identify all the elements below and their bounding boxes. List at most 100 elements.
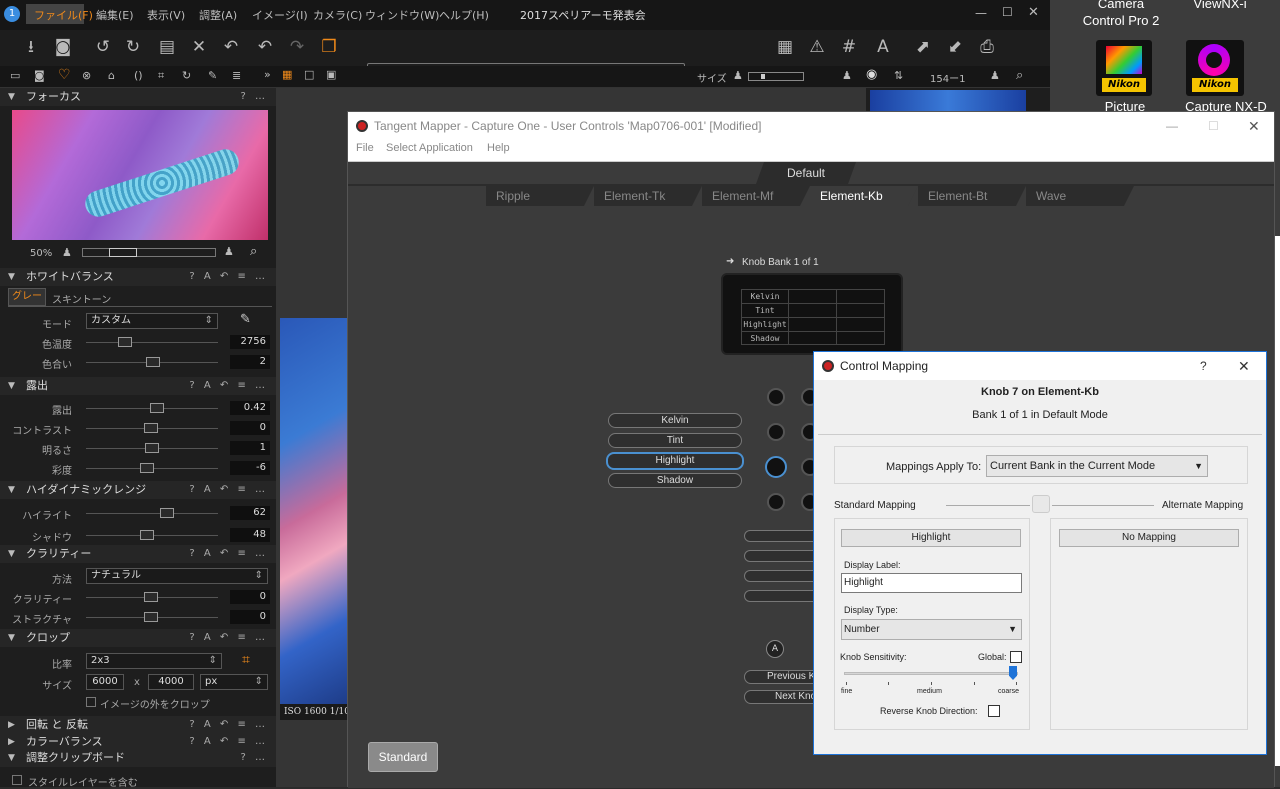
menu-adjust[interactable]: 調整(A) bbox=[199, 7, 237, 23]
capture-nxd-icon[interactable]: Nikon bbox=[1186, 40, 1244, 96]
nikon-picture-icon[interactable]: Nikon bbox=[1096, 40, 1152, 96]
tab-ripple[interactable]: Ripple bbox=[486, 186, 594, 206]
close-icon[interactable]: ✕ bbox=[1028, 5, 1039, 20]
focus-section-header[interactable]: ▼ フォーカス ? … bbox=[0, 88, 276, 106]
crop-unit-dropdown[interactable]: px ⇕ bbox=[200, 674, 268, 690]
crop-width-input[interactable]: 6000 bbox=[86, 674, 124, 690]
hdr-highlight-value[interactable]: 62 bbox=[230, 506, 270, 520]
wb-mode-dropdown[interactable]: カスタム ⇕ bbox=[86, 313, 218, 329]
capture-tab-icon[interactable]: ◙ bbox=[34, 69, 45, 82]
more-tabs-icon[interactable]: » bbox=[264, 68, 271, 81]
thumb-size-slider[interactable] bbox=[748, 72, 804, 81]
tab-element-bt[interactable]: Element-Bt bbox=[918, 186, 1026, 206]
structure-value[interactable]: 0 bbox=[230, 610, 270, 624]
detail-tab-icon[interactable]: () bbox=[134, 69, 143, 82]
temp-slider[interactable] bbox=[86, 337, 218, 347]
clarity-value[interactable]: 0 bbox=[230, 590, 270, 604]
redo-icon[interactable]: ↷ bbox=[286, 36, 308, 58]
tab-element-mf[interactable]: Element-Mf bbox=[702, 186, 810, 206]
exposure-section-header[interactable]: ▼ 露出? A ↶ ≡ … bbox=[0, 377, 276, 395]
swap-mapping-toggle[interactable] bbox=[1032, 495, 1050, 513]
import-icon[interactable]: ⭳ bbox=[20, 36, 42, 58]
knob-3[interactable] bbox=[767, 423, 785, 441]
clarity-section-header[interactable]: ▼ クラリティー? A ↶ ≡ … bbox=[0, 545, 276, 563]
menu-select-application[interactable]: Select Application bbox=[386, 142, 473, 154]
tab-wave[interactable]: Wave bbox=[1026, 186, 1134, 206]
menu-edit[interactable]: 編集(E) bbox=[96, 7, 134, 23]
crop-section-header[interactable]: ▼ クロップ? A ↶ ≡ … bbox=[0, 629, 276, 647]
eye-icon[interactable]: ◉ bbox=[866, 67, 877, 82]
menu-file[interactable]: File bbox=[356, 142, 374, 154]
tab-skintone[interactable]: スキントーン bbox=[52, 291, 111, 306]
contrast-slider[interactable] bbox=[86, 423, 218, 433]
button-slot-3[interactable] bbox=[744, 570, 824, 582]
knob-9[interactable] bbox=[767, 493, 785, 511]
temp-value[interactable]: 2756 bbox=[230, 335, 270, 349]
menu-file[interactable]: ファイル(F) bbox=[34, 7, 93, 23]
button-slot-2[interactable] bbox=[744, 550, 824, 562]
text-overlay-icon[interactable]: A bbox=[872, 36, 894, 58]
tab-element-kb[interactable]: Element-Kb bbox=[810, 186, 918, 206]
reverse-direction-checkbox[interactable] bbox=[988, 705, 1000, 717]
delete-icon[interactable]: ✕ bbox=[188, 36, 210, 58]
apply-icon[interactable]: ⬋ bbox=[944, 36, 966, 58]
bank-arrow-icon[interactable]: ➜ bbox=[726, 256, 734, 267]
knob-label-highlight[interactable]: Highlight bbox=[606, 452, 744, 470]
structure-slider[interactable] bbox=[86, 612, 218, 622]
a-button[interactable]: A bbox=[766, 640, 784, 658]
previous-bank-button[interactable]: Previous K bbox=[744, 670, 824, 684]
clipboard-section-header[interactable]: ▼ 調整クリップボード? … bbox=[0, 749, 276, 767]
exposure-value[interactable]: 0.42 bbox=[230, 401, 270, 415]
help-icon[interactable]: ? bbox=[1200, 352, 1207, 380]
hdr-shadow-value[interactable]: 48 bbox=[230, 528, 270, 542]
knob-7-selected[interactable] bbox=[765, 456, 787, 478]
alternate-mapping-button[interactable]: No Mapping bbox=[1059, 529, 1239, 547]
close-icon[interactable]: ✕ bbox=[1248, 112, 1260, 140]
menu-help[interactable]: Help bbox=[487, 142, 510, 154]
display-label-input[interactable]: Highlight bbox=[841, 573, 1022, 593]
menu-image[interactable]: イメージ(I) bbox=[252, 7, 308, 23]
magnifier-icon[interactable]: ⌕ bbox=[250, 244, 257, 259]
grid-icon[interactable]: # bbox=[838, 36, 860, 58]
knob-label-tint[interactable]: Tint bbox=[608, 433, 742, 448]
maximize-icon[interactable]: ☐ bbox=[1002, 5, 1013, 19]
hdr-highlight-slider[interactable] bbox=[86, 508, 218, 518]
composition-tab-icon[interactable]: ↻ bbox=[182, 69, 191, 82]
clarity-slider[interactable] bbox=[86, 592, 218, 602]
multi-view-icon[interactable]: ▣ bbox=[326, 68, 336, 81]
button-slot-4[interactable] bbox=[744, 590, 824, 602]
maximize-icon[interactable]: ☐ bbox=[1208, 112, 1219, 140]
dancer-photo[interactable] bbox=[280, 318, 348, 704]
crop-ratio-dropdown[interactable]: 2x3 ⇕ bbox=[86, 653, 222, 669]
menu-help[interactable]: ヘルプ(H) bbox=[439, 7, 489, 23]
brightness-slider[interactable] bbox=[86, 443, 218, 453]
exposure-tab-icon[interactable]: ⊗ bbox=[82, 69, 91, 82]
section-tools[interactable]: ? … bbox=[241, 88, 269, 106]
next-bank-button[interactable]: Next Kno bbox=[744, 690, 824, 704]
grid-overlay-icon[interactable]: ▦ bbox=[774, 36, 796, 58]
close-icon[interactable]: ✕ bbox=[1238, 352, 1250, 380]
crop-height-input[interactable]: 4000 bbox=[148, 674, 194, 690]
sort-icon[interactable]: ⇅ bbox=[894, 69, 903, 82]
crop-tab-icon[interactable]: ⌗ bbox=[158, 69, 164, 83]
knob-label-shadow[interactable]: Shadow bbox=[608, 473, 742, 488]
rotate-left-icon[interactable]: ↺ bbox=[92, 36, 114, 58]
crop-icon[interactable]: ⌗ bbox=[242, 652, 250, 668]
rotate-right-icon[interactable]: ↻ bbox=[122, 36, 144, 58]
eyedropper-icon[interactable]: ✎ bbox=[240, 312, 251, 327]
hdr-shadow-slider[interactable] bbox=[86, 530, 218, 540]
print-icon[interactable]: ⎙ bbox=[976, 36, 998, 58]
tab-element-tk[interactable]: Element-Tk bbox=[594, 186, 702, 206]
brightness-value[interactable]: 1 bbox=[230, 441, 270, 455]
menu-window[interactable]: ウィンドウ(W) bbox=[365, 7, 439, 23]
undo-icon[interactable]: ↶ bbox=[254, 36, 276, 58]
reset-icon[interactable]: ↶ bbox=[220, 36, 242, 58]
library-tab-icon[interactable]: ▭ bbox=[10, 69, 20, 82]
copy-adjust-icon[interactable]: ▤ bbox=[156, 36, 178, 58]
tab-default-mode[interactable]: Default bbox=[756, 162, 856, 184]
menu-camera[interactable]: カメラ(C) bbox=[313, 7, 362, 23]
knob-1[interactable] bbox=[767, 388, 785, 406]
clarity-method-dropdown[interactable]: ナチュラル ⇕ bbox=[86, 568, 268, 584]
single-view-icon[interactable]: □ bbox=[304, 68, 314, 81]
sensitivity-slider[interactable] bbox=[844, 666, 1018, 680]
